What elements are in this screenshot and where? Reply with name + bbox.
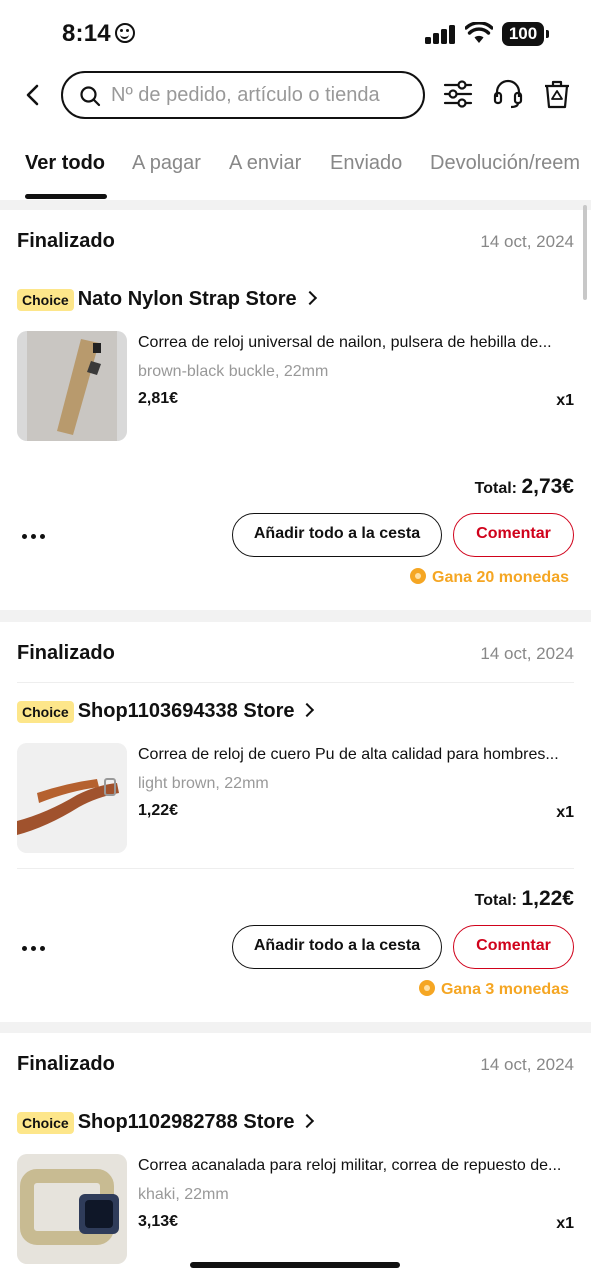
add-all-to-cart-button[interactable]: Añadir todo a la cesta [232,513,442,557]
more-icon[interactable] [22,530,48,542]
divider [17,868,574,869]
order-status: Finalizado [17,1053,115,1075]
order-card[interactable]: Finalizado 14 oct, 2024 Choice Nato Nylon… [0,210,591,610]
header: Ver todo A pagar A enviar Enviado Devolu… [0,62,591,200]
total-amount: 2,73€ [521,475,574,498]
home-indicator[interactable] [190,1262,400,1268]
product-image[interactable] [17,1154,127,1264]
chevron-right-icon [302,290,317,306]
tab-to-ship[interactable]: A enviar [229,152,301,175]
chevron-right-icon [300,1113,315,1129]
item-price: 1,22€ [138,802,179,819]
item-quantity: x1 [556,804,574,821]
smiley-icon [114,23,135,43]
chevron-right-icon [300,702,315,718]
divider [17,682,574,683]
store-name: Shop1103694338 Store [77,700,295,722]
comment-button[interactable]: Comentar [453,513,574,557]
tab-all[interactable]: Ver todo [25,152,105,175]
order-status: Finalizado [17,642,115,664]
order-card[interactable]: Finalizado 14 oct, 2024 Choice Shop110298… [0,1033,591,1280]
back-icon[interactable] [18,80,48,110]
item-price: 3,13€ [138,1213,179,1230]
item-price: 2,81€ [138,390,179,407]
store-link[interactable]: Choice Nato Nylon Strap Store [17,288,317,314]
order-date: 14 oct, 2024 [480,644,574,663]
store-link[interactable]: Choice Shop1102982788 Store [17,1111,315,1137]
store-name: Nato Nylon Strap Store [77,288,297,310]
order-tabs: Ver todo A pagar A enviar Enviado Devolu… [0,148,591,200]
status-time: 8:14 [62,20,135,48]
item-variant: light brown, 22mm [138,775,269,792]
search-icon [80,86,101,107]
support-headset-icon[interactable] [492,78,524,110]
item-variant: khaki, 22mm [138,1186,229,1203]
status-bar: 8:14 100 [0,0,591,62]
choice-badge: Choice [17,700,74,723]
item-title[interactable]: Correa de reloj de cuero Pu de alta cali… [138,746,568,764]
search-input[interactable] [111,82,411,108]
total-amount: 1,22€ [521,887,574,910]
item-title[interactable]: Correa acanalada para reloj militar, cor… [138,1157,568,1175]
cellular-signal-icon [425,24,457,44]
battery-indicator: 100 [502,22,549,46]
store-link[interactable]: Choice Shop1103694338 Store [17,700,315,726]
clock: 8:14 [62,20,111,47]
order-card[interactable]: Finalizado 14 oct, 2024 Choice Shop110369… [0,622,591,1022]
coin-icon [410,568,427,584]
item-quantity: x1 [556,1215,574,1232]
item-quantity: x1 [556,392,574,409]
order-date: 14 oct, 2024 [480,1055,574,1074]
total-label: Total: [474,892,517,909]
watch-strap-image [17,1154,127,1264]
coin-icon [418,980,435,996]
tab-to-pay[interactable]: A pagar [132,152,201,175]
add-all-to-cart-button[interactable]: Añadir todo a la cesta [232,925,442,969]
wifi-icon [465,22,493,43]
coins-label: Gana 3 monedas [440,981,569,998]
coins-reward[interactable]: Gana 3 monedas [418,980,569,999]
delete-icon[interactable] [541,78,573,110]
search-box[interactable] [61,71,425,119]
coins-reward[interactable]: Gana 20 monedas [410,568,569,587]
coins-label: Gana 20 monedas [432,569,569,586]
active-tab-indicator [25,194,107,199]
filter-icon[interactable] [442,78,474,110]
watch-strap-image [17,743,127,853]
tab-returns[interactable]: Devolución/reem [430,152,580,175]
order-date: 14 oct, 2024 [480,232,574,251]
product-image[interactable] [17,743,127,853]
comment-button[interactable]: Comentar [453,925,574,969]
scrollbar[interactable] [583,205,587,300]
item-variant: brown-black buckle, 22mm [138,363,329,380]
product-image[interactable] [17,331,127,441]
order-total: Total: 2,73€ [475,475,574,499]
more-icon[interactable] [22,942,48,954]
order-total: Total: 1,22€ [475,887,574,911]
total-label: Total: [474,480,517,497]
watch-strap-image [17,331,127,441]
tab-shipped[interactable]: Enviado [330,152,402,175]
store-name: Shop1102982788 Store [77,1111,295,1133]
item-title[interactable]: Correa de reloj universal de nailon, pul… [138,334,568,352]
order-status: Finalizado [17,230,115,252]
choice-badge: Choice [17,1111,74,1134]
choice-badge: Choice [17,288,74,311]
